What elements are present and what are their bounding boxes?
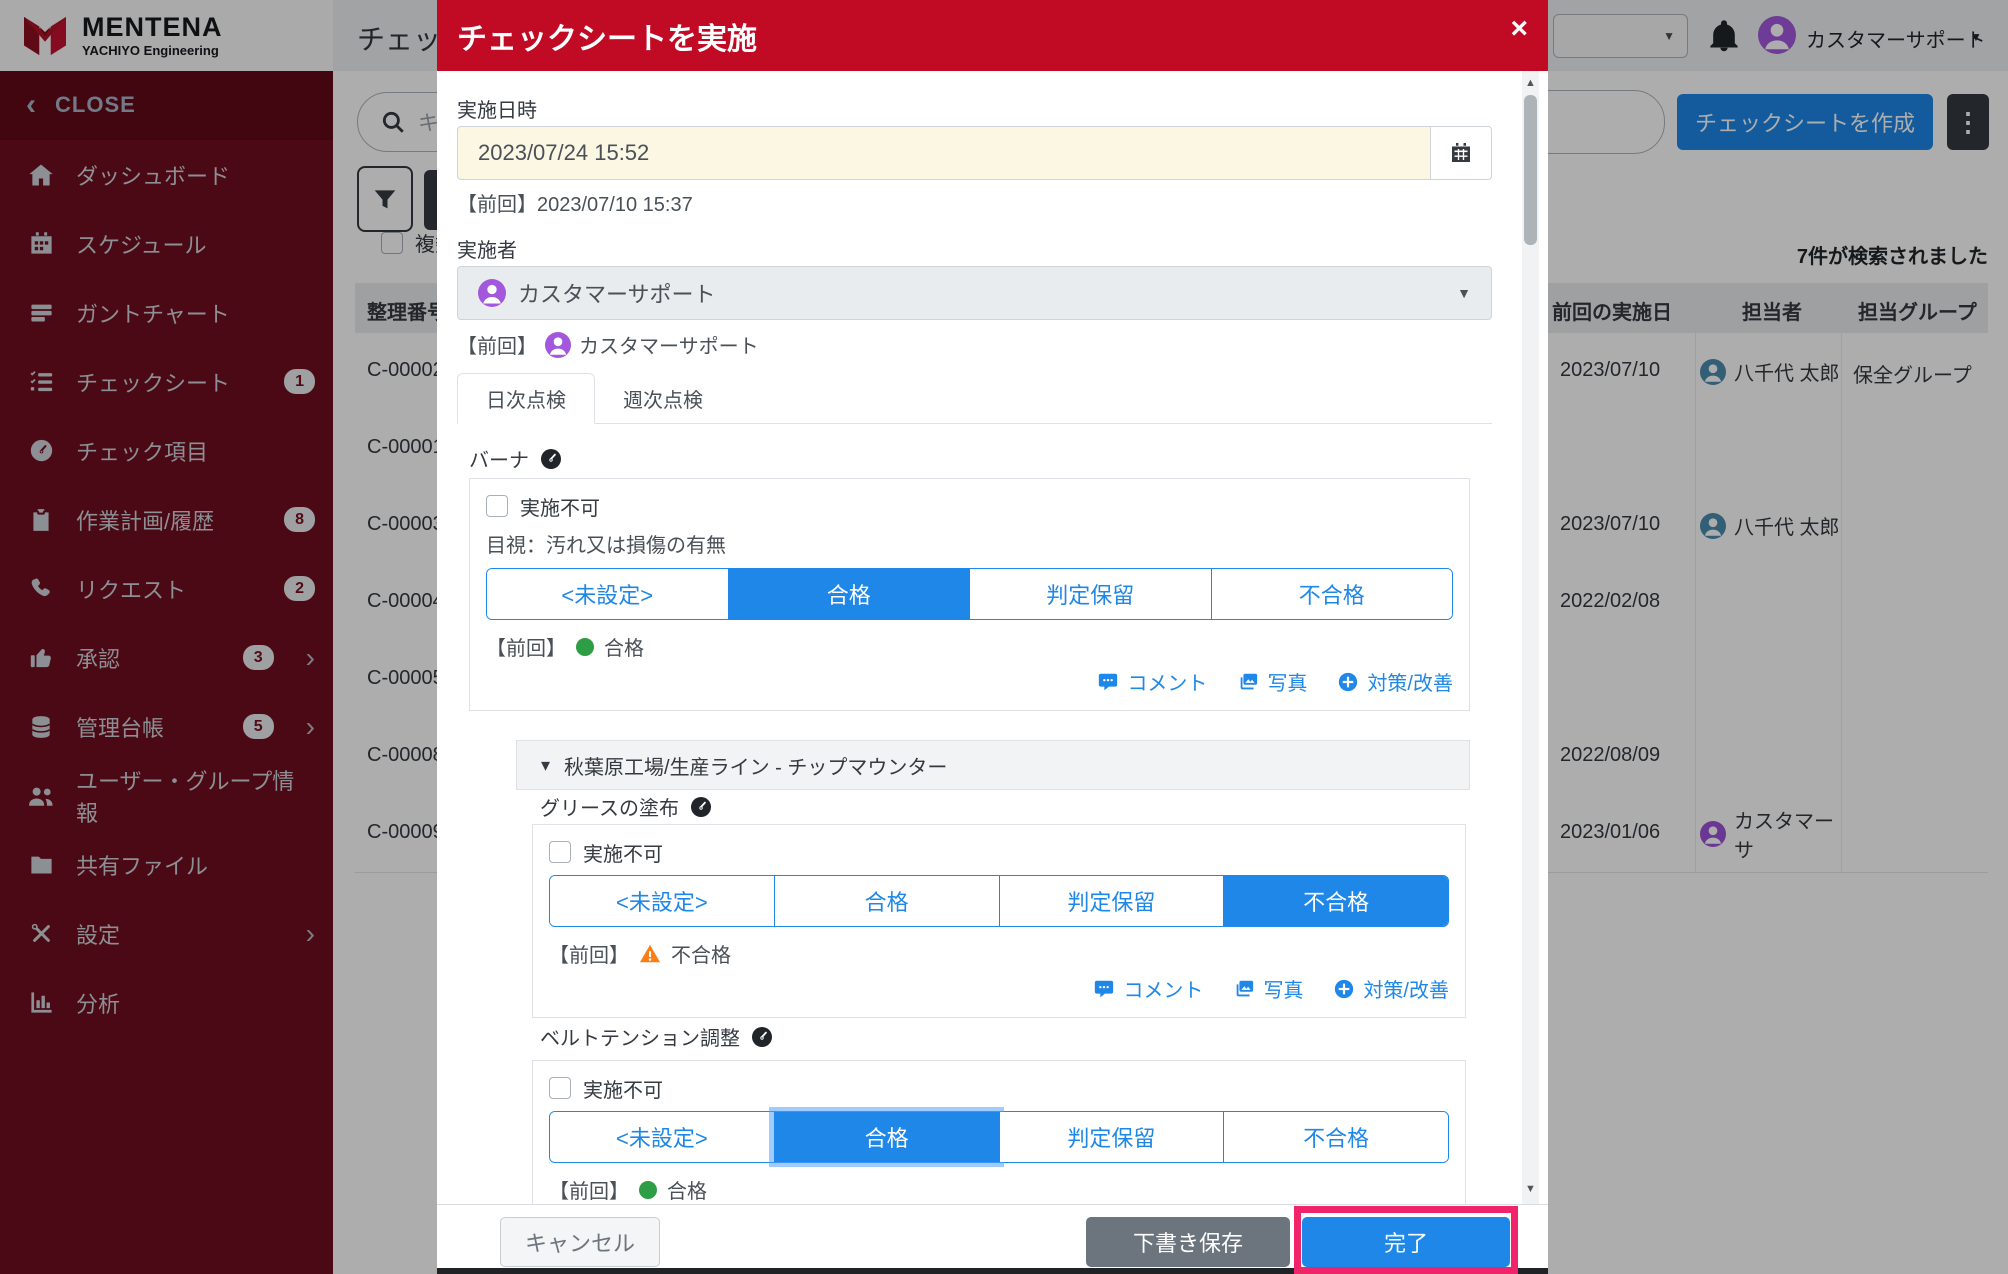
option-fail[interactable]: 不合格 [1211, 569, 1453, 619]
equipment-section-header[interactable]: ▾ 秋葉原工場/生産ライン - チップマウンター [516, 740, 1470, 790]
countermeasure-link[interactable]: 対策/改善 [1333, 974, 1449, 1003]
datetime-previous: 【前回】2023/07/10 15:37 [457, 188, 693, 217]
check-item-card: 実施不可 <未設定> 合格 判定保留 不合格 【前回】 不合格 コメント 写真 … [532, 824, 1466, 1018]
option-unset[interactable]: <未設定> [550, 876, 774, 926]
option-fail[interactable]: 不合格 [1223, 876, 1448, 926]
executor-previous: 【前回】 カスタマーサポート [457, 330, 759, 359]
option-hold[interactable]: 判定保留 [999, 876, 1224, 926]
comment-icon [1097, 671, 1119, 693]
item-actions: コメント 写真 対策/改善 [486, 667, 1453, 696]
executor-value: カスタマーサポート [518, 277, 716, 309]
option-pass[interactable]: 合格 [774, 1112, 999, 1162]
pass-status-icon [639, 1181, 657, 1199]
option-hold[interactable]: 判定保留 [969, 569, 1211, 619]
photo-icon [1237, 671, 1259, 693]
option-pass[interactable]: 合格 [728, 569, 970, 619]
gauge-icon [689, 795, 713, 819]
impossible-checkbox-row[interactable]: 実施不可 [549, 1075, 1449, 1101]
check-item-description: 目視：汚れ又は損傷の有無 [486, 529, 1453, 558]
previous-result: 【前回】 合格 [549, 1175, 1449, 1204]
result-segmented-control: <未設定> 合格 判定保留 不合格 [486, 568, 1453, 620]
comment-link[interactable]: コメント [1093, 974, 1203, 1003]
option-hold[interactable]: 判定保留 [999, 1112, 1224, 1162]
comment-link[interactable]: コメント [1097, 667, 1207, 696]
datetime-label: 実施日時 [457, 94, 537, 123]
option-unset[interactable]: <未設定> [550, 1112, 774, 1162]
scroll-down-icon[interactable]: ▼ [1522, 1183, 1539, 1195]
person-avatar-icon [545, 332, 571, 358]
gauge-icon [750, 1025, 774, 1049]
option-fail[interactable]: 不合格 [1223, 1112, 1448, 1162]
calendar-picker-button[interactable] [1430, 126, 1492, 180]
datetime-input[interactable]: 2023/07/24 15:52 [457, 126, 1430, 180]
tab-daily-inspection[interactable]: 日次点検 [457, 373, 595, 424]
modal-header: チェックシートを実施 × [437, 0, 1548, 71]
tab-weekly-inspection[interactable]: 週次点検 [595, 374, 731, 423]
calendar-icon [1449, 141, 1473, 165]
plus-circle-icon [1333, 978, 1355, 1000]
option-pass[interactable]: 合格 [774, 876, 999, 926]
annotation-highlight-box [1294, 1206, 1518, 1274]
inspection-tabs: 日次点検 週次点検 [457, 378, 1492, 424]
check-item-name: バーナ [469, 444, 563, 473]
check-item-card: 実施不可 目視：汚れ又は損傷の有無 <未設定> 合格 判定保留 不合格 【前回】… [469, 478, 1470, 711]
section-title: 秋葉原工場/生産ライン - チップマウンター [564, 751, 947, 780]
scrollbar-thumb[interactable] [1524, 95, 1537, 245]
impossible-checkbox[interactable] [549, 1077, 571, 1099]
impossible-checkbox[interactable] [486, 495, 508, 517]
executor-select[interactable]: カスタマーサポート ▼ [457, 266, 1492, 320]
option-unset[interactable]: <未設定> [487, 569, 728, 619]
save-draft-button[interactable]: 下書き保存 [1086, 1217, 1290, 1267]
modal-title: チェックシートを実施 [437, 14, 757, 58]
person-avatar-icon [478, 279, 506, 307]
check-item-name: グリースの塗布 [540, 792, 713, 821]
result-segmented-control: <未設定> 合格 判定保留 不合格 [549, 875, 1449, 927]
check-item-name: ベルトテンション調整 [540, 1022, 774, 1051]
gauge-icon [539, 447, 563, 471]
execute-checksheet-modal: チェックシートを実施 × 実施日時 2023/07/24 15:52 【前回】2… [437, 0, 1548, 1268]
datetime-input-group: 2023/07/24 15:52 [457, 126, 1492, 180]
item-actions: コメント 写真 対策/改善 [549, 974, 1449, 1003]
photo-link[interactable]: 写真 [1237, 667, 1307, 696]
chevron-down-icon: ▾ [541, 755, 550, 776]
plus-circle-icon [1337, 671, 1359, 693]
warning-status-icon [639, 943, 661, 965]
photo-link[interactable]: 写真 [1233, 974, 1303, 1003]
impossible-checkbox-row[interactable]: 実施不可 [486, 493, 1453, 519]
previous-result: 【前回】 不合格 [549, 939, 1449, 968]
photo-icon [1233, 978, 1255, 1000]
cancel-button[interactable]: キャンセル [500, 1217, 660, 1267]
countermeasure-link[interactable]: 対策/改善 [1337, 667, 1453, 696]
modal-scrollbar[interactable]: ▲ ▼ [1522, 71, 1539, 1204]
result-segmented-control: <未設定> 合格 判定保留 不合格 [549, 1111, 1449, 1163]
impossible-checkbox[interactable] [549, 841, 571, 863]
previous-result: 【前回】 合格 [486, 632, 1453, 661]
comment-icon [1093, 978, 1115, 1000]
caret-down-icon: ▼ [1457, 285, 1471, 301]
pass-status-icon [576, 638, 594, 656]
screen: MENTENA YACHIYO Engineering チェック ▼ カスタマー… [0, 0, 2008, 1274]
close-icon[interactable]: × [1510, 14, 1528, 44]
executor-label: 実施者 [457, 234, 517, 263]
impossible-checkbox-row[interactable]: 実施不可 [549, 839, 1449, 865]
scroll-up-icon[interactable]: ▲ [1522, 77, 1539, 89]
